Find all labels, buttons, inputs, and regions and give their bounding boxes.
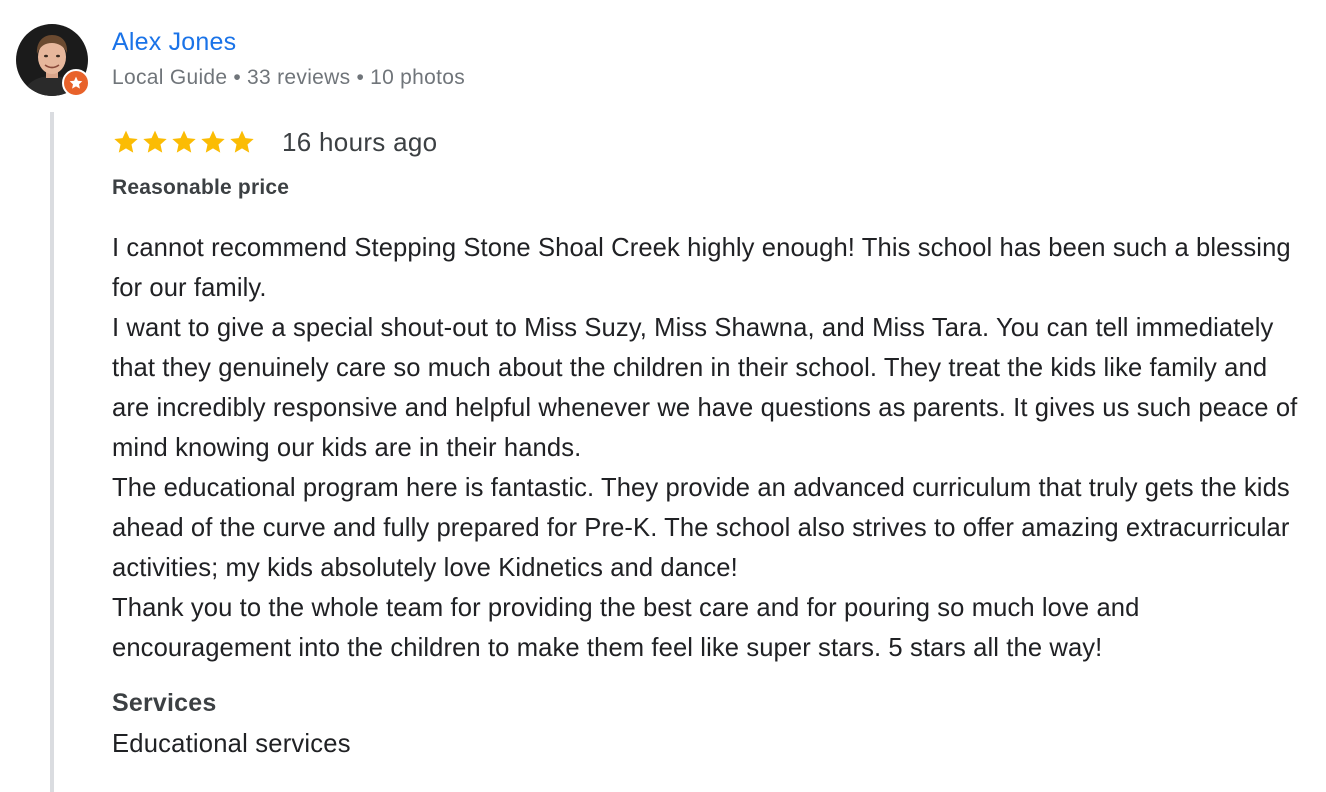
local-guide-star-icon xyxy=(62,69,90,97)
local-guide-label: Local Guide xyxy=(112,66,228,89)
star-icon xyxy=(230,130,254,153)
review-paragraph: The educational program here is fantasti… xyxy=(112,474,1290,582)
services-heading: Services xyxy=(112,689,217,717)
review-paragraph: I want to give a special shout-out to Mi… xyxy=(112,314,1298,462)
meta-separator: • xyxy=(356,66,365,89)
review-paragraph: I cannot recommend Stepping Stone Shoal … xyxy=(112,234,1291,302)
review-count: 33 reviews xyxy=(247,66,351,89)
star-icon xyxy=(201,130,225,153)
review-body: I cannot recommend Stepping Stone Shoal … xyxy=(112,228,1302,668)
author-name-link[interactable]: Alex Jones xyxy=(112,28,236,57)
photo-count: 10 photos xyxy=(370,66,466,89)
author-avatar[interactable] xyxy=(16,24,90,97)
star-icon xyxy=(172,130,196,153)
review-paragraph: Thank you to the whole team for providin… xyxy=(112,594,1140,662)
services-value: Educational services xyxy=(112,730,351,758)
review-title: Reasonable price xyxy=(112,176,290,199)
star-icon xyxy=(114,130,138,153)
star-rating xyxy=(112,128,256,156)
rating-row: 16 hours ago xyxy=(112,122,437,162)
review-thread-line xyxy=(50,112,54,792)
review-time: 16 hours ago xyxy=(282,126,438,157)
author-meta: Local Guide • 33 reviews • 10 photos xyxy=(112,66,465,90)
star-icon xyxy=(143,130,167,153)
meta-separator: • xyxy=(233,66,242,89)
